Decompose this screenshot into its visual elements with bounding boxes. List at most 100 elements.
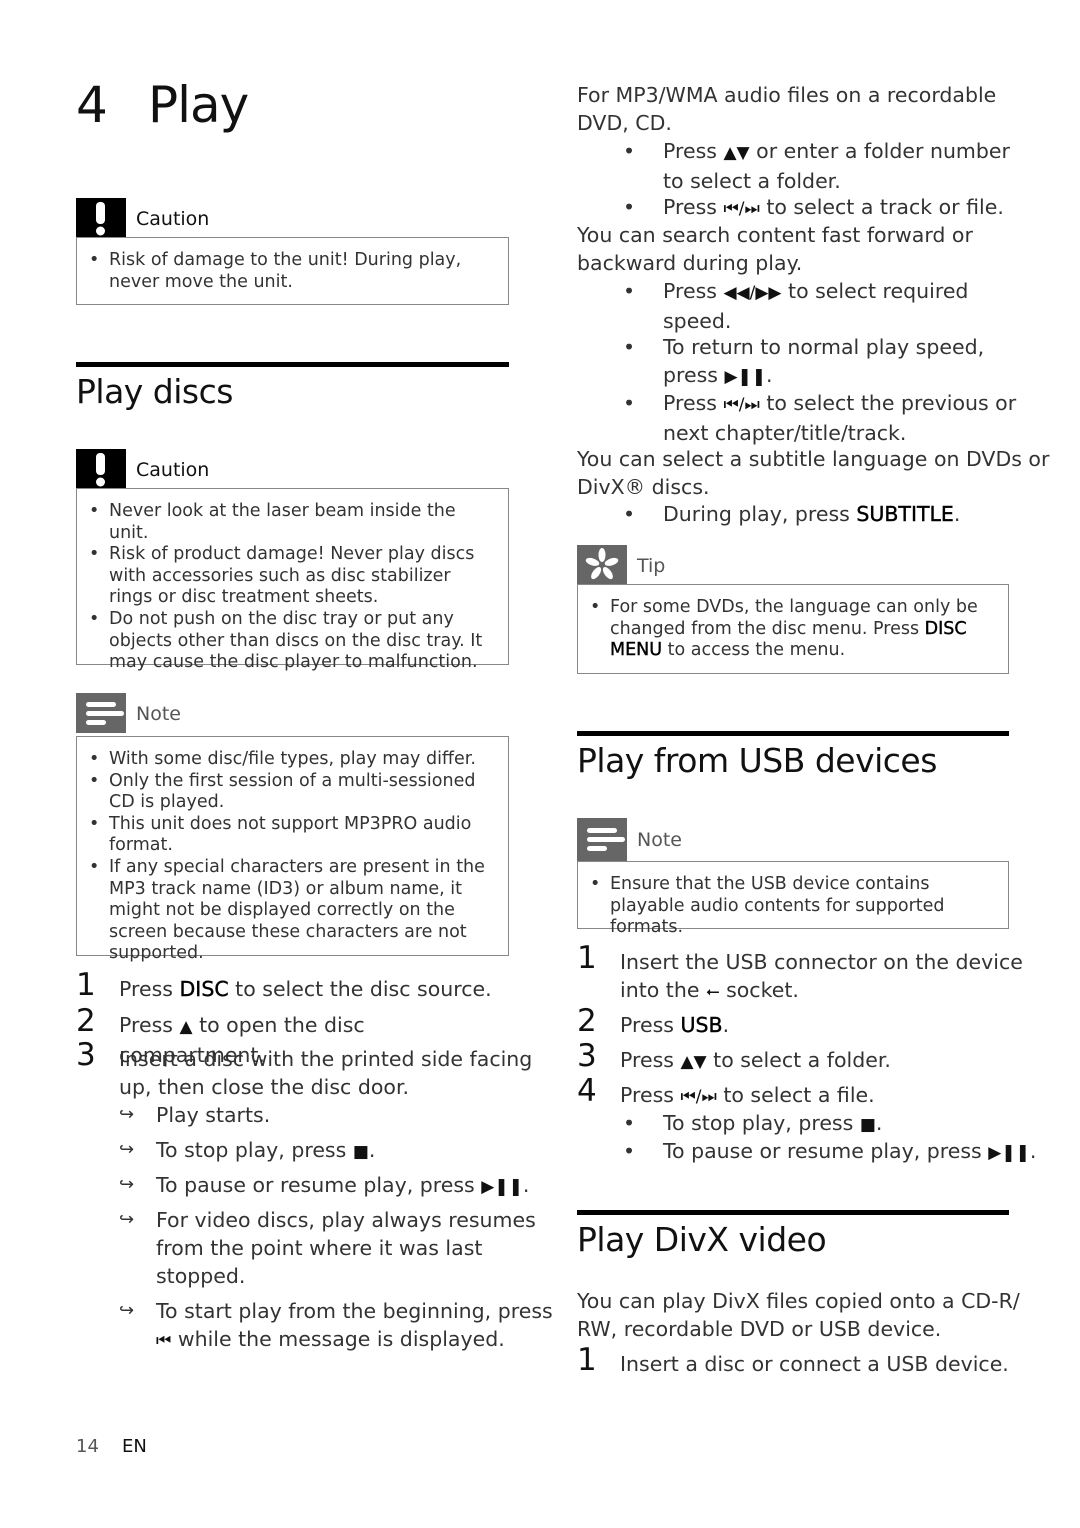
step: 1 Insert the USB connector on the device…	[577, 940, 1023, 1003]
step: 3 Press ▲▼ to select a folder.	[577, 1038, 891, 1074]
step: 1 Insert a disc or connect a USB device.	[577, 1342, 1009, 1378]
result-arrow-icon: ↪	[119, 1209, 135, 1230]
section-title-divx: Play DivX video	[577, 1220, 827, 1259]
usb-icon: ⭠	[705, 982, 720, 1002]
caution-box: Caution Never look at the laser beam ins…	[76, 449, 509, 672]
step: 2 Press ▲ to open the disc compartment.	[76, 1006, 516, 1068]
up-down-icon: ▲▼	[723, 143, 750, 163]
section-rule	[76, 362, 509, 367]
section-rule	[577, 731, 1009, 736]
note-item: With some disc/file types, play may diff…	[87, 749, 498, 771]
step: 4 Press ⏮/⏭ to select a file.	[577, 1073, 875, 1109]
section-title-usb: Play from USB devices	[577, 741, 937, 780]
tip-item: For some DVDs, the language can only bec…	[588, 597, 998, 662]
result-arrow-icon: ↪	[119, 1300, 135, 1321]
result-arrow-icon: ↪	[119, 1104, 135, 1125]
note-label: Note	[637, 829, 682, 851]
bullet-item: • To pause or resume play, press ▶❚❚.	[623, 1139, 1037, 1163]
caution-item: Risk of damage to the unit! During play,…	[87, 250, 498, 293]
up-down-icon: ▲▼	[680, 1052, 707, 1072]
stop-icon: ■	[352, 1142, 369, 1162]
language-code: EN	[122, 1436, 147, 1457]
note-box: Note Ensure that the USB device contains…	[577, 818, 1009, 937]
note-item: This unit does not support MP3PRO audio …	[87, 814, 498, 857]
caution-item: Never look at the laser beam inside the …	[87, 501, 498, 544]
step-text: up, then close the disc door.	[119, 1075, 410, 1099]
caution-body: Risk of damage to the unit! During play,…	[76, 237, 509, 305]
result-item: ↪ To pause or resume play, press ▶❚❚.	[119, 1173, 530, 1197]
step: 1 Press DISC to select the disc source.	[76, 970, 516, 1003]
result-arrow-icon: ↪	[119, 1174, 135, 1195]
step: 3 Insert a disc with the printed side fa…	[76, 1040, 532, 1101]
result-item: ↪ To stop play, press ■.	[119, 1138, 376, 1162]
note-label: Note	[136, 703, 181, 725]
step-number: 3	[76, 1037, 96, 1073]
mp3-intro: For MP3/WMA audio files on a recordable D…	[577, 83, 997, 135]
note-lines-icon	[577, 818, 627, 861]
bullet-item: • During play, press SUBTITLE.	[623, 502, 961, 526]
chapter-title: Play	[148, 76, 249, 134]
step-number: 3	[577, 1038, 597, 1074]
step-text: Insert a disc with the printed side faci…	[119, 1047, 533, 1071]
caution-label: Caution	[136, 208, 210, 230]
step-number: 1	[76, 967, 96, 1003]
note-body: Ensure that the USB device contains play…	[577, 861, 1009, 937]
subtitle-intro: You can select a subtitle language on DV…	[577, 447, 1050, 499]
bullet-item: • To return to normal play speed, press ▶…	[623, 335, 985, 387]
note-body: With some disc/file types, play may diff…	[76, 736, 509, 963]
search-intro: You can search content fast forward or ba…	[577, 223, 973, 275]
prev-next-icon: ⏮/⏭	[680, 1087, 717, 1107]
key-menu: MENU	[610, 640, 663, 661]
bullet-item: • Press ⏮/⏭ to select a track or file.	[623, 195, 1004, 219]
note-item: If any special characters are present in…	[87, 857, 498, 965]
caution-body: Never look at the laser beam inside the …	[76, 488, 509, 672]
note-lines-icon	[76, 693, 126, 733]
caution-item: Risk of product damage! Never play discs…	[87, 544, 498, 609]
exclamation-icon	[76, 198, 126, 238]
section-rule	[577, 1210, 1009, 1215]
step-number: 2	[577, 1003, 597, 1039]
step-number: 1	[577, 940, 597, 976]
asterisk-tip-icon	[577, 545, 627, 585]
step: 2 Press USB.	[577, 1003, 730, 1039]
rewind-forward-icon: ◀◀/▶▶	[723, 283, 782, 303]
key-disc: DISC	[179, 977, 229, 1001]
note-item: Ensure that the USB device contains play…	[588, 874, 998, 939]
stop-icon: ■	[859, 1115, 876, 1135]
section-title-play-discs: Play discs	[76, 372, 233, 411]
bullet-item: • Press ⏮/⏭ to select the previous or nex…	[623, 391, 1017, 445]
bullet-item: • Press ◀◀/▶▶ to select required speed.	[623, 279, 969, 333]
step-number: 4	[577, 1073, 597, 1109]
page-number: 14	[76, 1436, 99, 1457]
result-item: ↪ For video discs, play always resumes fr…	[119, 1208, 536, 1288]
tip-box: Tip For some DVDs, the language can only…	[577, 545, 1009, 674]
chapter-number: 4	[76, 76, 108, 134]
step-number: 1	[577, 1342, 597, 1378]
step-number: 2	[76, 1003, 96, 1039]
caution-box: Caution Risk of damage to the unit! Duri…	[76, 198, 509, 305]
prev-next-icon: ⏮/⏭	[723, 199, 760, 219]
exclamation-icon	[76, 449, 126, 489]
key-usb: USB	[680, 1013, 723, 1037]
result-item: ↪ Play starts.	[119, 1103, 271, 1127]
prev-next-icon: ⏮/⏭	[723, 395, 760, 415]
bullet-item: • To stop play, press ■.	[623, 1111, 883, 1135]
key-subtitle: SUBTITLE	[856, 502, 954, 526]
step-text: Press	[119, 1013, 180, 1037]
caution-item: Do not push on the disc tray or put any …	[87, 609, 498, 674]
tip-body: For some DVDs, the language can only bec…	[577, 584, 1009, 674]
play-pause-icon: ▶❚❚	[988, 1143, 1030, 1163]
note-box: Note With some disc/file types, play may…	[76, 693, 509, 963]
tip-label: Tip	[637, 555, 666, 577]
bullet-item: • Press ▲▼ or enter a folder number to se…	[623, 139, 1010, 193]
caution-label: Caution	[136, 459, 210, 481]
play-pause-icon: ▶❚❚	[724, 367, 767, 387]
step-text: Press	[119, 977, 180, 1001]
result-arrow-icon: ↪	[119, 1139, 135, 1160]
result-item: ↪ To start play from the beginning, pres…	[119, 1299, 553, 1351]
step-text: to select the disc source.	[228, 977, 492, 1001]
eject-icon: ▲	[179, 1017, 193, 1037]
note-item: Only the first session of a multi-sessio…	[87, 771, 498, 814]
previous-icon: ⏮	[156, 1331, 172, 1351]
divx-intro: You can play DivX files copied onto a CD…	[577, 1289, 1020, 1341]
